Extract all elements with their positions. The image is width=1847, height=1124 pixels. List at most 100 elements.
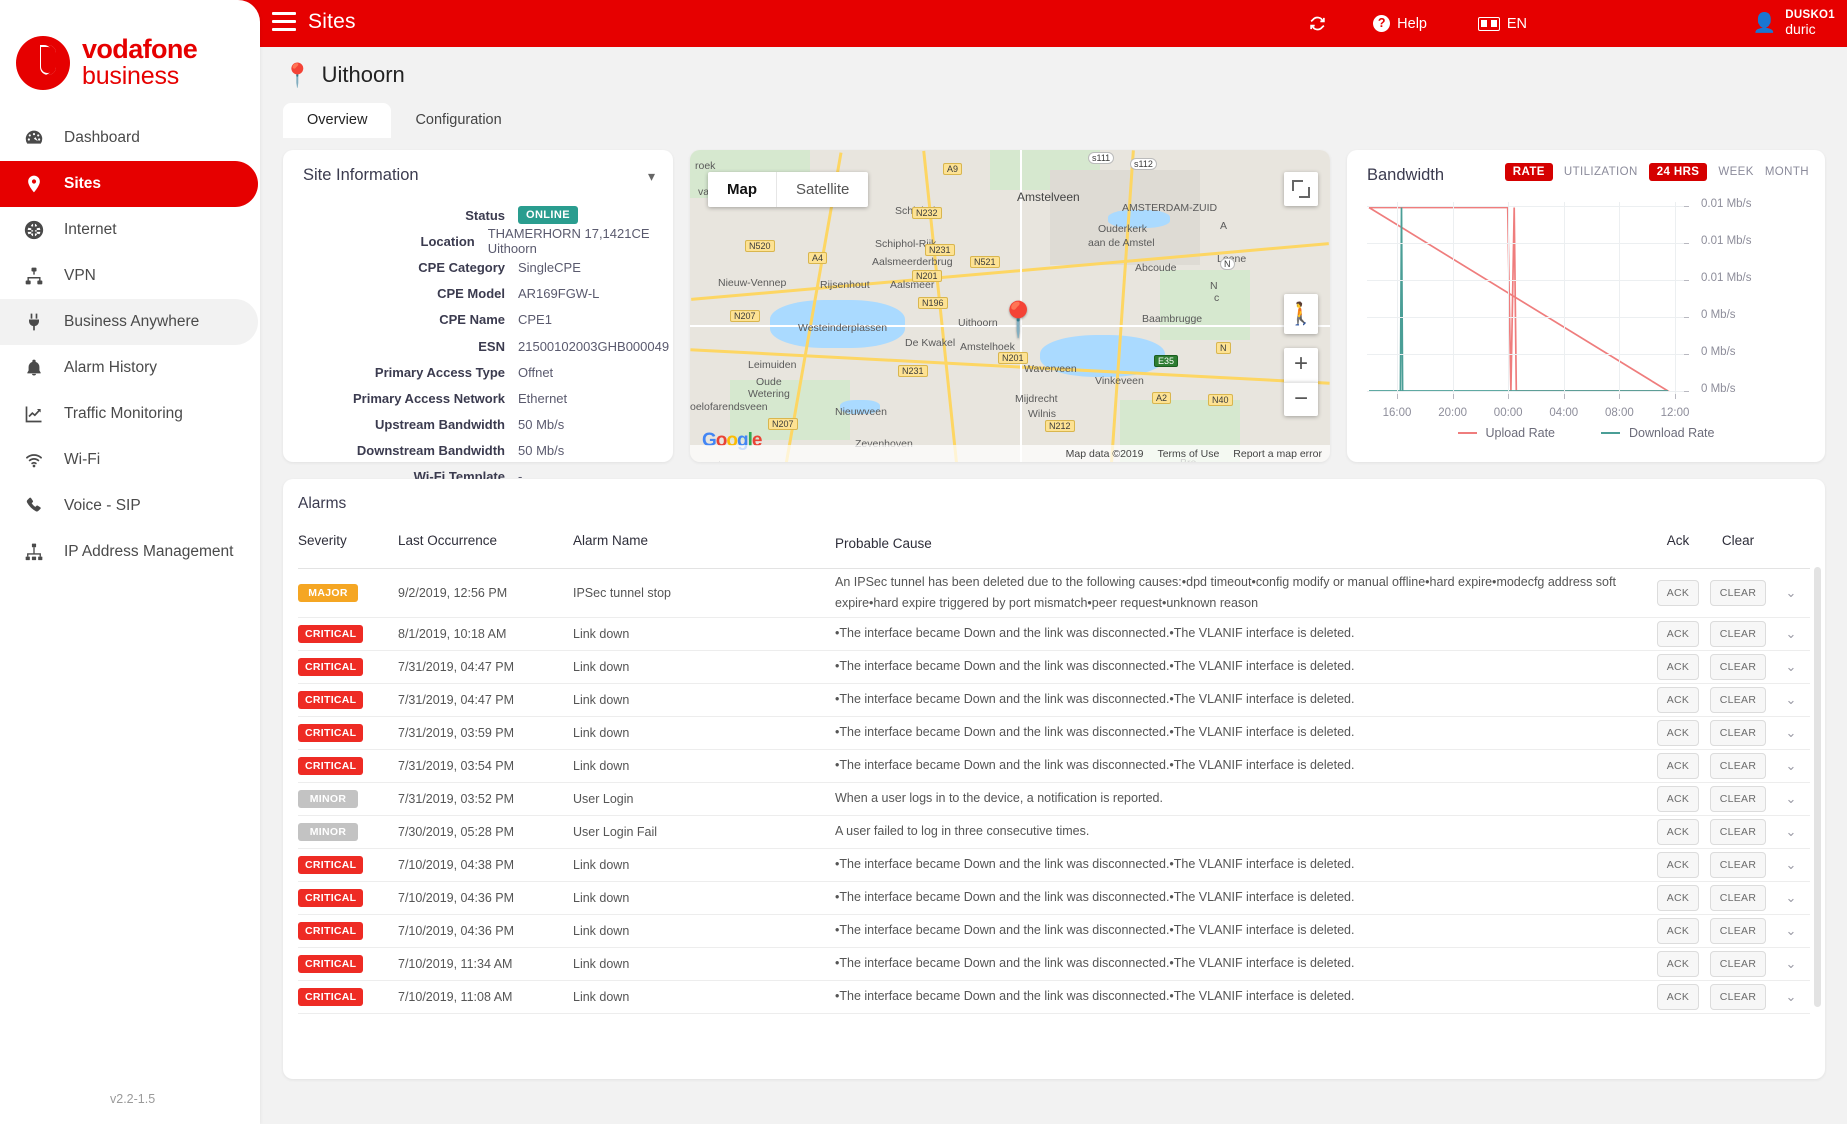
chevron-down-icon[interactable]: ⌄ (1772, 989, 1810, 1005)
clear-button[interactable]: CLEAR (1710, 621, 1767, 647)
bandwidth-toggle-month[interactable]: MONTH (1765, 166, 1809, 178)
clear-button[interactable]: CLEAR (1710, 918, 1767, 944)
map-road-shield: A4 (808, 252, 827, 264)
clear-button[interactable]: CLEAR (1710, 786, 1767, 812)
site-info-value-cell: Offnet (518, 365, 553, 380)
table-row[interactable]: CRITICAL7/31/2019, 03:54 PMLink down•The… (298, 750, 1810, 783)
chart-gridline (1367, 243, 1685, 244)
table-row[interactable]: MAJOR9/2/2019, 12:56 PMIPSec tunnel stop… (298, 569, 1810, 617)
clear-button[interactable]: CLEAR (1710, 885, 1767, 911)
chevron-down-icon[interactable]: ⌄ (1772, 626, 1810, 642)
ack-button[interactable]: ACK (1657, 885, 1700, 911)
clear-button[interactable]: CLEAR (1710, 687, 1767, 713)
severity-cell: CRITICAL (298, 955, 398, 973)
ack-button[interactable]: ACK (1657, 580, 1700, 606)
map-zoom-out-button[interactable]: − (1284, 382, 1318, 416)
help-button[interactable]: ? Help (1373, 0, 1427, 47)
sidebar-item-sites[interactable]: Sites (0, 161, 258, 207)
fullscreen-icon[interactable] (1284, 172, 1318, 206)
vodafone-business-logo[interactable]: vodafone business (16, 36, 197, 90)
tab-configuration[interactable]: Configuration (391, 103, 525, 138)
refresh-icon[interactable] (1309, 0, 1326, 47)
clear-button[interactable]: CLEAR (1710, 819, 1767, 845)
ack-button[interactable]: ACK (1657, 720, 1700, 746)
bandwidth-toggle-rate[interactable]: RATE (1505, 163, 1553, 181)
ack-button[interactable]: ACK (1657, 654, 1700, 680)
chevron-down-icon[interactable]: ⌄ (1772, 923, 1810, 939)
sidebar-item-voice-sip[interactable]: Voice - SIP (0, 483, 258, 529)
map-type-map-button[interactable]: Map (708, 172, 776, 207)
ack-button[interactable]: ACK (1657, 819, 1700, 845)
map-report-link[interactable]: Report a map error (1233, 448, 1322, 460)
chevron-down-icon[interactable]: ⌄ (1772, 824, 1810, 840)
alarms-scrollbar[interactable] (1814, 567, 1821, 1007)
table-row[interactable]: CRITICAL7/31/2019, 04:47 PMLink down•The… (298, 651, 1810, 684)
tab-overview[interactable]: Overview (283, 103, 391, 138)
bandwidth-card: Bandwidth RATEUTILIZATION24 HRSWEEKMONTH… (1347, 150, 1825, 462)
map-place-label: Wetering (748, 388, 790, 400)
ack-button[interactable]: ACK (1657, 918, 1700, 944)
table-row[interactable]: CRITICAL7/31/2019, 03:59 PMLink down•The… (298, 717, 1810, 750)
table-row[interactable]: CRITICAL7/10/2019, 04:36 PMLink down•The… (298, 915, 1810, 948)
chevron-down-icon[interactable]: ⌄ (1772, 857, 1810, 873)
bandwidth-toggle-week[interactable]: WEEK (1718, 166, 1753, 178)
table-row[interactable]: CRITICAL7/10/2019, 11:08 AMLink down•The… (298, 981, 1810, 1014)
clear-button[interactable]: CLEAR (1710, 654, 1767, 680)
ack-button[interactable]: ACK (1657, 951, 1700, 977)
chevron-down-icon[interactable]: ⌄ (1772, 890, 1810, 906)
ack-button[interactable]: ACK (1657, 984, 1700, 1010)
refresh-icon-glyph (1309, 15, 1326, 32)
sidebar-item-ip-address-management[interactable]: IP Address Management (0, 529, 258, 575)
severity-cell: CRITICAL (298, 856, 398, 874)
ack-button[interactable]: ACK (1657, 687, 1700, 713)
ack-button[interactable]: ACK (1657, 852, 1700, 878)
hamburger-menu-icon[interactable] (272, 12, 296, 34)
clear-button[interactable]: CLEAR (1710, 580, 1767, 606)
table-row[interactable]: CRITICAL7/10/2019, 11:34 AMLink down•The… (298, 948, 1810, 981)
clear-button[interactable]: CLEAR (1710, 951, 1767, 977)
ack-button[interactable]: ACK (1657, 621, 1700, 647)
table-row[interactable]: MINOR7/31/2019, 03:52 PMUser LoginWhen a… (298, 783, 1810, 816)
ack-button[interactable]: ACK (1657, 753, 1700, 779)
sidebar-item-dashboard[interactable]: Dashboard (0, 115, 258, 161)
sidebar-item-business-anywhere[interactable]: Business Anywhere (0, 299, 258, 345)
last-occurrence-cell: 7/10/2019, 04:38 PM (398, 858, 573, 872)
clear-button[interactable]: CLEAR (1710, 753, 1767, 779)
sidebar-item-internet[interactable]: Internet (0, 207, 258, 253)
sidebar-item-traffic-monitoring[interactable]: Traffic Monitoring (0, 391, 258, 437)
legend-item[interactable]: Download Rate (1601, 426, 1714, 440)
map-terms-link[interactable]: Terms of Use (1157, 448, 1219, 460)
language-selector[interactable]: EN (1478, 0, 1527, 47)
bandwidth-toggle-24-hrs[interactable]: 24 HRS (1649, 163, 1708, 181)
sidebar-item-wi-fi[interactable]: Wi-Fi (0, 437, 258, 483)
google-map[interactable]: MapSatellite 🚶 + − 📍 Google Map data ©20… (690, 150, 1330, 462)
bandwidth-toggle-utilization[interactable]: UTILIZATION (1564, 166, 1638, 178)
table-row[interactable]: CRITICAL8/1/2019, 10:18 AMLink down•The … (298, 618, 1810, 651)
chevron-down-icon[interactable]: ⌄ (1772, 585, 1810, 601)
table-row[interactable]: CRITICAL7/31/2019, 04:47 PMLink down•The… (298, 684, 1810, 717)
chevron-down-icon[interactable]: ⌄ (1772, 725, 1810, 741)
ack-button[interactable]: ACK (1657, 786, 1700, 812)
table-row[interactable]: CRITICAL7/10/2019, 04:38 PMLink down•The… (298, 849, 1810, 882)
street-view-pegman-icon[interactable]: 🚶 (1284, 294, 1318, 334)
sidebar-item-alarm-history[interactable]: Alarm History (0, 345, 258, 391)
chevron-down-icon[interactable]: ⌄ (1772, 791, 1810, 807)
clear-button[interactable]: CLEAR (1710, 720, 1767, 746)
ack-cell: ACK (1652, 984, 1704, 1010)
map-type-satellite-button[interactable]: Satellite (776, 172, 868, 207)
user-account-menu[interactable]: 👤 DUSKO1 duric (1753, 0, 1835, 47)
chevron-down-icon[interactable]: ⌄ (1772, 659, 1810, 675)
chevron-down-icon[interactable]: ⌄ (1772, 692, 1810, 708)
clear-button[interactable]: CLEAR (1710, 984, 1767, 1010)
clear-button[interactable]: CLEAR (1710, 852, 1767, 878)
map-zoom-in-button[interactable]: + (1284, 348, 1318, 382)
legend-item[interactable]: Upload Rate (1458, 426, 1556, 440)
table-row[interactable]: MINOR7/30/2019, 05:28 PMUser Login FailA… (298, 816, 1810, 849)
map-marker-icon[interactable]: 📍 (997, 300, 1039, 340)
map-place-label: Nieuw-Vennep (718, 277, 786, 289)
table-row[interactable]: CRITICAL7/10/2019, 04:36 PMLink down•The… (298, 882, 1810, 915)
chevron-down-icon[interactable]: ⌄ (1772, 758, 1810, 774)
chevron-down-icon[interactable]: ⌄ (1772, 956, 1810, 972)
sidebar-item-vpn[interactable]: VPN (0, 253, 258, 299)
chevron-down-icon[interactable]: ▾ (648, 168, 655, 185)
